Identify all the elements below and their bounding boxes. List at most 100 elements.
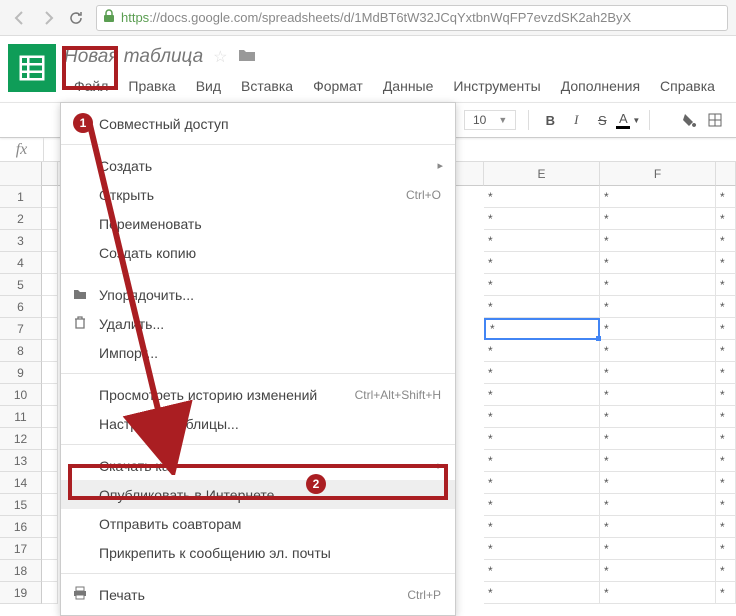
cell[interactable]: * [600,538,716,560]
text-color-button[interactable]: A ▼ [617,109,639,131]
cell[interactable]: * [716,450,736,472]
borders-button[interactable] [704,109,726,131]
cell[interactable]: * [716,208,736,230]
cell[interactable]: * [600,582,716,604]
row-header[interactable]: 6 [0,296,42,318]
cell[interactable]: * [600,384,716,406]
menu-format[interactable]: Формат [303,74,373,98]
cell[interactable]: * [716,296,736,318]
menu-attach-email[interactable]: Прикрепить к сообщению эл. почты [61,538,455,567]
menu-organize[interactable]: Упорядочить... [61,280,455,309]
folder-icon[interactable] [238,47,256,68]
cell[interactable]: * [600,362,716,384]
cell[interactable]: * [716,230,736,252]
star-icon[interactable]: ☆ [213,47,227,67]
menu-insert[interactable]: Вставка [231,74,303,98]
cell[interactable]: * [600,296,716,318]
cell[interactable]: * [484,560,600,582]
row-header[interactable]: 9 [0,362,42,384]
select-all-cell[interactable] [0,162,42,186]
menu-data[interactable]: Данные [373,74,444,98]
cell[interactable]: * [484,318,600,340]
cell[interactable]: * [484,230,600,252]
col-header-e[interactable]: E [484,162,600,186]
row-header[interactable]: 18 [0,560,42,582]
row-header[interactable]: 8 [0,340,42,362]
cell[interactable] [42,362,58,384]
cell[interactable]: * [600,516,716,538]
menu-share[interactable]: Совместный доступ [61,109,455,138]
cell[interactable]: * [484,428,600,450]
row-header[interactable]: 17 [0,538,42,560]
cell[interactable]: * [716,362,736,384]
cell[interactable]: * [716,406,736,428]
cell[interactable]: * [716,560,736,582]
cell[interactable]: * [600,494,716,516]
menu-view[interactable]: Вид [186,74,231,98]
row-header[interactable]: 12 [0,428,42,450]
row-header[interactable]: 14 [0,472,42,494]
row-header[interactable]: 10 [0,384,42,406]
cell[interactable]: * [716,340,736,362]
row-header[interactable]: 13 [0,450,42,472]
sheets-logo[interactable] [8,44,56,92]
cell[interactable]: * [600,274,716,296]
cell[interactable] [42,516,58,538]
cell[interactable] [42,428,58,450]
cell[interactable]: * [484,384,600,406]
row-header[interactable]: 7 [0,318,42,340]
menu-open[interactable]: Открыть Ctrl+O [61,180,455,209]
cell[interactable]: * [600,428,716,450]
cell[interactable]: * [484,274,600,296]
menu-new[interactable]: Создать [61,151,455,180]
cell[interactable]: * [716,582,736,604]
menu-rename[interactable]: Переименовать [61,209,455,238]
cell[interactable]: * [484,450,600,472]
cell[interactable]: * [484,362,600,384]
col-header-g[interactable] [716,162,736,186]
cell[interactable]: * [716,516,736,538]
bold-button[interactable]: B [539,109,561,131]
col-header-a[interactable] [42,162,58,186]
cell[interactable]: * [484,186,600,208]
cell[interactable] [42,560,58,582]
cell[interactable]: * [484,208,600,230]
row-header[interactable]: 16 [0,516,42,538]
cell[interactable] [42,472,58,494]
cell[interactable]: * [600,560,716,582]
cell[interactable]: * [600,230,716,252]
cell[interactable] [42,582,58,604]
cell[interactable] [42,384,58,406]
menu-revision[interactable]: Просмотреть историю изменений Ctrl+Alt+S… [61,380,455,409]
cell[interactable]: * [716,428,736,450]
row-header[interactable]: 15 [0,494,42,516]
cell[interactable] [42,406,58,428]
cell[interactable] [42,186,58,208]
row-header[interactable]: 3 [0,230,42,252]
cell[interactable]: * [716,274,736,296]
cell[interactable]: * [600,186,716,208]
row-header[interactable]: 4 [0,252,42,274]
cell[interactable]: * [484,494,600,516]
cell[interactable]: * [600,318,716,340]
cell[interactable]: * [600,208,716,230]
cell[interactable] [42,538,58,560]
cell[interactable]: * [716,384,736,406]
menu-file[interactable]: Файл [64,74,118,98]
row-header[interactable]: 19 [0,582,42,604]
cell[interactable]: * [716,186,736,208]
forward-button[interactable] [36,6,60,30]
cell[interactable] [42,494,58,516]
menu-download[interactable]: Скачать как [61,451,455,480]
url-bar[interactable]: https ://docs.google.com/spreadsheets/d/… [96,5,728,31]
row-header[interactable]: 5 [0,274,42,296]
cell[interactable]: * [484,472,600,494]
cell[interactable]: * [484,252,600,274]
menu-help[interactable]: Справка [650,74,725,98]
row-header[interactable]: 11 [0,406,42,428]
menu-email-collab[interactable]: Отправить соавторам [61,509,455,538]
cell[interactable] [42,340,58,362]
menu-import[interactable]: Импорт... [61,338,455,367]
menu-tools[interactable]: Инструменты [443,74,550,98]
menu-print[interactable]: Печать Ctrl+P [61,580,455,609]
